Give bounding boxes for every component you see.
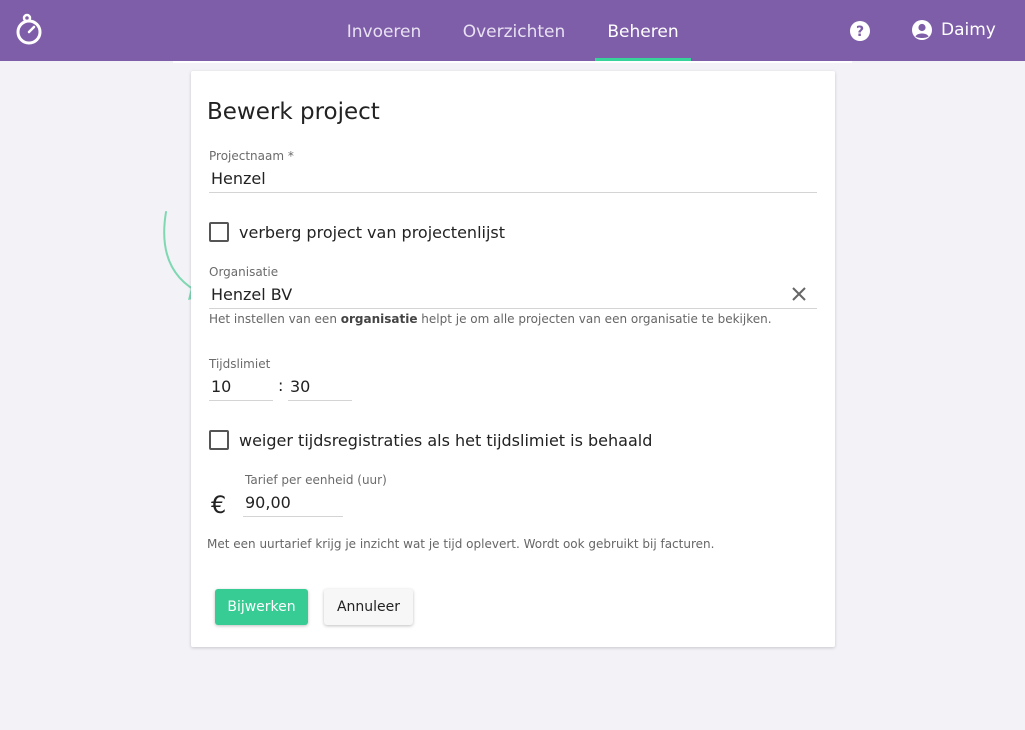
rate-input[interactable]: 90,00 [245, 493, 291, 512]
project-name-label: Projectnaam * [209, 149, 294, 163]
time-limit-label: Tijdslimiet [209, 357, 271, 371]
time-limit-minutes-input[interactable]: 30 [290, 377, 310, 396]
refuse-registrations-checkbox[interactable] [209, 430, 229, 450]
tab-beheren-label: Beheren [607, 22, 679, 42]
svg-text:?: ? [856, 24, 864, 40]
time-limit-hours-underline [209, 400, 273, 401]
top-app-bar: Invoeren Overzichten Beheren ? Daimy [0, 0, 1025, 61]
project-name-underline [209, 192, 817, 193]
refuse-registrations-label[interactable]: weiger tijdsregistraties als het tijdsli… [239, 431, 652, 450]
tab-beheren[interactable]: Beheren [595, 0, 691, 61]
organisation-hint: Het instellen van een organisatie helpt … [209, 312, 772, 326]
project-name-input[interactable]: Henzel [211, 169, 266, 188]
time-limit-hours-input[interactable]: 10 [211, 377, 231, 396]
edit-project-card: Bewerk project Projectnaam * Henzel verb… [191, 71, 835, 647]
organisation-underline [209, 308, 817, 309]
euro-icon: € [211, 491, 227, 519]
update-button[interactable]: Bijwerken [215, 589, 308, 625]
header-divider [173, 61, 852, 63]
account-circle-icon [912, 20, 932, 40]
organisation-hint-end: helpt je om alle projecten van een organ… [417, 312, 772, 326]
organisation-input[interactable]: Henzel BV [211, 285, 292, 304]
user-name: Daimy [941, 20, 996, 40]
close-icon[interactable] [791, 286, 807, 302]
organisation-hint-start: Het instellen van een [209, 312, 341, 326]
hide-project-checkbox[interactable] [209, 222, 229, 242]
main-nav: Invoeren Overzichten Beheren [0, 0, 1025, 61]
tab-overzichten[interactable]: Overzichten [455, 0, 573, 61]
tab-invoeren[interactable]: Invoeren [338, 0, 430, 61]
time-limit-minutes-underline [288, 400, 352, 401]
cancel-button[interactable]: Annuleer [324, 589, 413, 625]
time-separator: : [278, 376, 284, 395]
organisation-hint-bold: organisatie [340, 312, 418, 326]
hide-project-label[interactable]: verberg project van projectenlijst [239, 223, 505, 242]
user-menu[interactable]: Daimy [911, 18, 996, 42]
rate-underline [243, 516, 343, 517]
page-title: Bewerk project [207, 99, 380, 125]
organisation-label: Organisatie [209, 265, 279, 279]
rate-label: Tarief per eenheid (uur) [245, 473, 387, 487]
help-icon[interactable]: ? [849, 20, 871, 42]
rate-hint: Met een uurtarief krijg je inzicht wat j… [207, 537, 715, 551]
